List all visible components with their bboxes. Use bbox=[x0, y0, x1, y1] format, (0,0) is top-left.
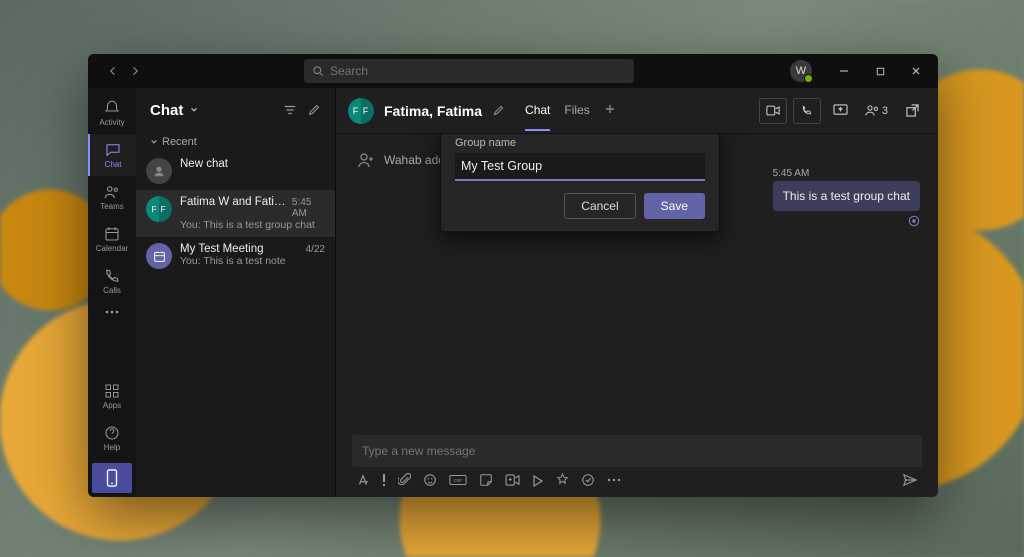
group-name-input[interactable] bbox=[455, 153, 705, 181]
nav-more[interactable] bbox=[88, 302, 136, 322]
new-chat-button[interactable] bbox=[307, 103, 321, 117]
conversation-pane: F F Fatima, Fatima Chat Files bbox=[336, 88, 938, 497]
format-button[interactable] bbox=[356, 473, 370, 487]
conversation-title: Fatima, Fatima bbox=[384, 103, 482, 119]
nav-apps[interactable]: Apps bbox=[88, 375, 136, 417]
participants-button[interactable]: 3 bbox=[861, 98, 892, 124]
search-input[interactable] bbox=[330, 64, 626, 78]
section-label: Recent bbox=[162, 136, 197, 148]
message-time: 5:45 AM bbox=[773, 168, 920, 179]
nav-label: Help bbox=[104, 443, 120, 452]
chat-list-header: Chat bbox=[136, 88, 335, 132]
window-close-button[interactable] bbox=[900, 56, 932, 86]
chat-item-title: My Test Meeting bbox=[180, 243, 264, 255]
popout-button[interactable] bbox=[898, 98, 926, 124]
message-composer[interactable] bbox=[352, 435, 922, 467]
nav-mobile[interactable] bbox=[92, 463, 132, 493]
audio-call-button[interactable] bbox=[793, 98, 821, 124]
window-minimize-button[interactable] bbox=[828, 56, 860, 86]
nav-label: Chat bbox=[105, 160, 122, 169]
cancel-button[interactable]: Cancel bbox=[564, 193, 635, 219]
video-call-button[interactable] bbox=[759, 98, 787, 124]
chat-item-title: Fatima W and Fatima W bbox=[180, 196, 292, 208]
gif-button[interactable]: GIF bbox=[449, 474, 467, 486]
user-avatar[interactable]: W bbox=[790, 60, 812, 82]
edit-name-button[interactable] bbox=[492, 104, 505, 117]
avatar-placeholder-icon bbox=[146, 158, 172, 184]
chat-list-pane: Chat Recent New chat F F bbox=[136, 88, 336, 497]
message-seen-icon bbox=[773, 215, 920, 230]
praise-button[interactable] bbox=[556, 473, 569, 487]
chat-item-time: 4/22 bbox=[306, 244, 325, 255]
section-recent[interactable]: Recent bbox=[136, 132, 335, 152]
nav-label: Calendar bbox=[96, 244, 128, 253]
nav-label: Teams bbox=[100, 202, 124, 211]
more-button[interactable] bbox=[607, 478, 621, 482]
message-bubble: This is a test group chat bbox=[773, 181, 920, 211]
search-icon bbox=[312, 65, 324, 77]
nav-help[interactable]: Help bbox=[88, 417, 136, 459]
svg-text:GIF: GIF bbox=[454, 478, 462, 484]
save-button[interactable]: Save bbox=[644, 193, 705, 219]
chat-item-new[interactable]: New chat bbox=[136, 152, 335, 190]
nav-calls[interactable]: Calls bbox=[88, 260, 136, 302]
chat-item-preview: You: This is a test note bbox=[180, 255, 325, 267]
priority-button[interactable] bbox=[382, 473, 386, 487]
conversation-body: Wahab added 5:45 AM This is a test group… bbox=[336, 134, 938, 427]
chat-item-time: 5:45 AM bbox=[292, 197, 325, 219]
attach-button[interactable] bbox=[398, 473, 411, 487]
user-add-icon bbox=[356, 150, 376, 170]
avatar-meeting-icon bbox=[146, 243, 172, 269]
meeting-button[interactable] bbox=[505, 474, 520, 486]
composer-toolbar: GIF bbox=[352, 467, 922, 487]
group-name-dialog: Group name Cancel Save bbox=[440, 134, 720, 232]
nav-label: Calls bbox=[103, 286, 121, 295]
stream-button[interactable] bbox=[532, 473, 544, 487]
nav-chat[interactable]: Chat bbox=[88, 134, 136, 176]
chat-item-fatima[interactable]: F F Fatima W and Fatima W 5:45 AM You: T… bbox=[136, 190, 335, 237]
tab-add[interactable] bbox=[604, 91, 616, 131]
send-button[interactable] bbox=[902, 473, 918, 487]
search-box[interactable] bbox=[304, 59, 634, 83]
message-input[interactable] bbox=[362, 444, 912, 458]
dialog-label: Group name bbox=[455, 137, 705, 149]
app-rail: Activity Chat Teams Calendar Calls bbox=[88, 88, 136, 497]
participant-count: 3 bbox=[882, 105, 888, 117]
emoji-button[interactable] bbox=[423, 473, 437, 487]
chat-item-preview: You: This is a test group chat bbox=[180, 219, 325, 231]
chat-item-title: New chat bbox=[180, 158, 228, 170]
conversation-header: F F Fatima, Fatima Chat Files bbox=[336, 88, 938, 134]
nav-activity[interactable]: Activity bbox=[88, 92, 136, 134]
share-screen-button[interactable] bbox=[827, 98, 855, 124]
window-maximize-button[interactable] bbox=[864, 56, 896, 86]
nav-back-button[interactable] bbox=[104, 62, 122, 80]
tab-chat[interactable]: Chat bbox=[525, 91, 550, 131]
chat-item-meeting[interactable]: My Test Meeting 4/22 You: This is a test… bbox=[136, 237, 335, 275]
sticker-button[interactable] bbox=[479, 473, 493, 487]
titlebar: W bbox=[88, 54, 938, 88]
nav-forward-button[interactable] bbox=[126, 62, 144, 80]
approvals-button[interactable] bbox=[581, 473, 595, 487]
tab-files[interactable]: Files bbox=[564, 91, 589, 131]
conversation-avatar: F F bbox=[348, 98, 374, 124]
caret-down-icon bbox=[150, 138, 158, 146]
outgoing-message: 5:45 AM This is a test group chat bbox=[773, 168, 920, 230]
composer-area: GIF bbox=[336, 427, 938, 497]
nav-calendar[interactable]: Calendar bbox=[88, 218, 136, 260]
teams-window: W Activity Chat bbox=[88, 54, 938, 497]
nav-label: Apps bbox=[103, 401, 121, 410]
avatar-duo: F F bbox=[146, 196, 172, 222]
filter-button[interactable] bbox=[283, 103, 297, 117]
nav-label: Activity bbox=[99, 118, 124, 127]
chat-list-title: Chat bbox=[150, 102, 183, 119]
nav-teams[interactable]: Teams bbox=[88, 176, 136, 218]
chevron-down-icon[interactable] bbox=[189, 105, 199, 115]
